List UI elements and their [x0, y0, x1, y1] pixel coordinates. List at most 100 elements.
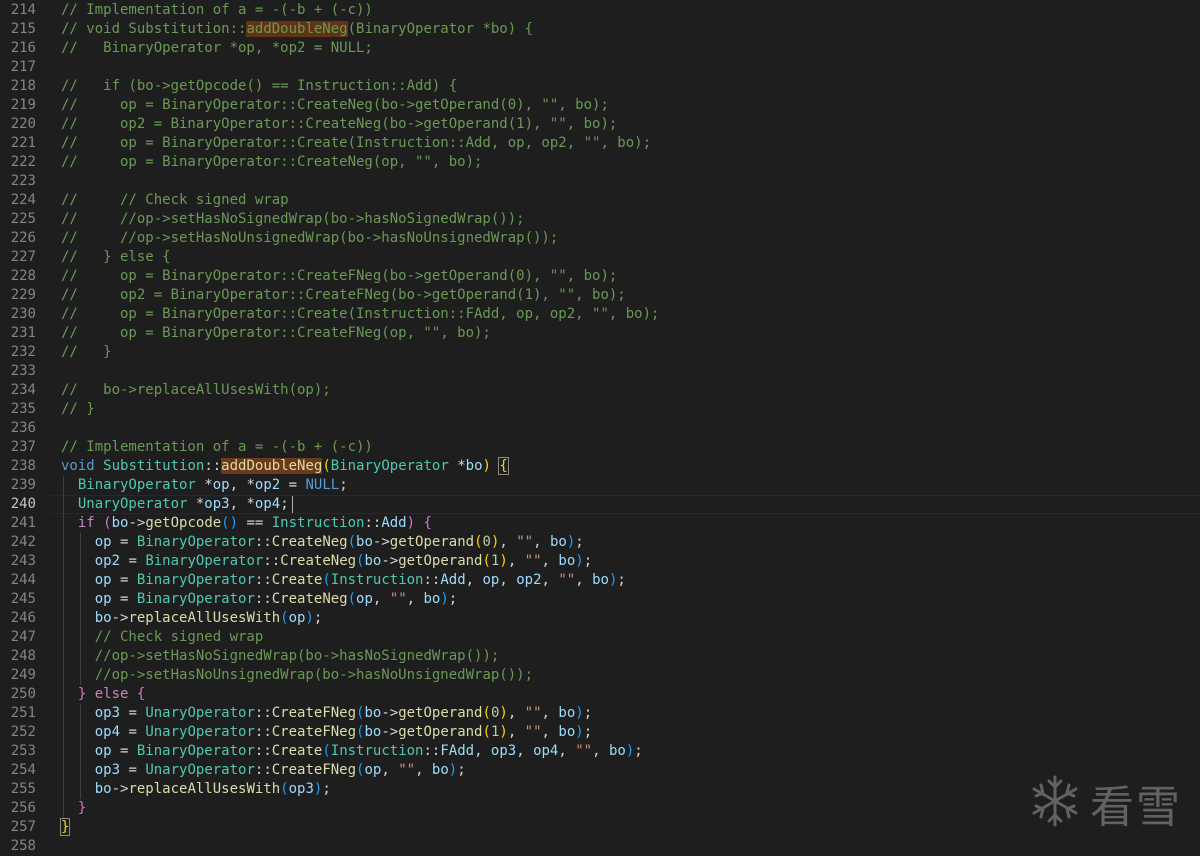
code-line[interactable]: 237 // Implementation of a = -(-b + (-c))	[0, 438, 1200, 457]
code-text[interactable]: // op = BinaryOperator::CreateFNeg(bo->g…	[61, 267, 617, 286]
code-text[interactable]: void Substitution::addDoubleNeg(BinaryOp…	[61, 457, 509, 476]
code-line[interactable]: 258	[0, 837, 1200, 856]
code-line[interactable]: 254 op3 = UnaryOperator::CreateFNeg(op, …	[0, 761, 1200, 780]
code-line[interactable]: 257}	[0, 818, 1200, 837]
code-line[interactable]: 230 // op = BinaryOperator::Create(Instru…	[0, 305, 1200, 324]
code-line[interactable]: 247 // Check signed wrap	[0, 628, 1200, 647]
code-text[interactable]: op2 = BinaryOperator::CreateNeg(bo->getO…	[61, 552, 592, 571]
code-line[interactable]: 234 // bo->replaceAllUsesWith(op);	[0, 381, 1200, 400]
code-line[interactable]: 245 op = BinaryOperator::CreateNeg(op, "…	[0, 590, 1200, 609]
code-text[interactable]: op3 = UnaryOperator::CreateFNeg(op, "", …	[61, 761, 466, 780]
code-text[interactable]: } else {	[61, 685, 145, 704]
code-text[interactable]: // //op->setHasNoUnsignedWrap(bo->hasNoU…	[61, 229, 558, 248]
code-token: (	[322, 572, 331, 588]
code-text[interactable]: //op->setHasNoUnsignedWrap(bo->hasNoUnsi…	[61, 666, 533, 685]
code-text[interactable]: // //op->setHasNoSignedWrap(bo->hasNoSig…	[61, 210, 525, 229]
code-line[interactable]: 249 //op->setHasNoUnsignedWrap(bo->hasNo…	[0, 666, 1200, 685]
code-line[interactable]: 236	[0, 419, 1200, 438]
code-text[interactable]: // void Substitution::addDoubleNeg(Binar…	[61, 20, 533, 39]
code-line[interactable]: 239 BinaryOperator *op, *op2 = NULL;	[0, 476, 1200, 495]
code-line[interactable]: 238 void Substitution::addDoubleNeg(Binar…	[0, 457, 1200, 476]
code-line[interactable]: 242 op = BinaryOperator::CreateNeg(bo->g…	[0, 533, 1200, 552]
code-line[interactable]: 216 // BinaryOperator *op, *op2 = NULL;	[0, 39, 1200, 58]
code-line[interactable]: 250 } else {	[0, 685, 1200, 704]
line-number: 234	[10, 382, 36, 398]
code-text[interactable]: }	[61, 799, 86, 818]
code-text[interactable]: op = BinaryOperator::CreateNeg(bo->getOp…	[61, 533, 584, 552]
code-text[interactable]: // bo->replaceAllUsesWith(op);	[61, 381, 331, 400]
code-text[interactable]: // op = BinaryOperator::Create(Instructi…	[61, 134, 651, 153]
code-token: }	[59, 818, 71, 836]
code-line[interactable]: 226 // //op->setHasNoUnsignedWrap(bo->has…	[0, 229, 1200, 248]
code-line[interactable]: 252 op4 = UnaryOperator::CreateFNeg(bo->…	[0, 723, 1200, 742]
code-editor[interactable]: 214 // Implementation of a = -(-b + (-c))…	[0, 1, 1200, 855]
code-text[interactable]: op = BinaryOperator::Create(Instruction:…	[61, 742, 643, 761]
code-text[interactable]: UnaryOperator *op3, *op4;	[61, 495, 293, 514]
code-token: // Implementation of a = -(-b + (-c))	[61, 439, 373, 455]
code-text[interactable]: op4 = UnaryOperator::CreateFNeg(bo->getO…	[61, 723, 592, 742]
code-line[interactable]: 256 }	[0, 799, 1200, 818]
code-line[interactable]: 223	[0, 172, 1200, 191]
code-text[interactable]: BinaryOperator *op, *op2 = NULL;	[61, 476, 348, 495]
code-text[interactable]: // }	[61, 343, 112, 362]
code-token: {	[423, 515, 432, 531]
code-text[interactable]: // } else {	[61, 248, 171, 267]
code-text[interactable]: bo->replaceAllUsesWith(op3);	[61, 780, 331, 799]
code-text[interactable]: if (bo->getOpcode() == Instruction::Add)…	[61, 514, 432, 533]
code-token: (BinaryOperator *bo) {	[347, 21, 534, 37]
code-text[interactable]: // BinaryOperator *op, *op2 = NULL;	[61, 39, 373, 58]
code-line[interactable]: 225 // //op->setHasNoSignedWrap(bo->hasNo…	[0, 210, 1200, 229]
code-text[interactable]: op = BinaryOperator::CreateNeg(op, "", b…	[61, 590, 458, 609]
code-line[interactable]: 220 // op2 = BinaryOperator::CreateNeg(bo…	[0, 115, 1200, 134]
code-token: CreateFNeg	[271, 724, 357, 740]
code-line[interactable]: 241 if (bo->getOpcode() == Instruction::…	[0, 514, 1200, 533]
code-text[interactable]: // op2 = BinaryOperator::CreateNeg(bo->g…	[61, 115, 617, 134]
code-text[interactable]: // Implementation of a = -(-b + (-c))	[61, 438, 373, 457]
code-text[interactable]: bo->replaceAllUsesWith(op);	[61, 609, 323, 628]
code-line[interactable]: 231 // op = BinaryOperator::CreateFNeg(op…	[0, 324, 1200, 343]
code-line[interactable]: 219 // op = BinaryOperator::CreateNeg(bo-…	[0, 96, 1200, 115]
code-token: op	[482, 572, 500, 588]
code-text[interactable]: // }	[61, 400, 95, 419]
code-token: op	[212, 477, 230, 493]
code-line[interactable]: 240 UnaryOperator *op3, *op4;	[0, 495, 1200, 514]
code-text[interactable]: // op = BinaryOperator::CreateNeg(bo->ge…	[61, 96, 609, 115]
code-line[interactable]: 244 op = BinaryOperator::Create(Instruct…	[0, 571, 1200, 590]
indent-guide	[63, 647, 64, 666]
code-token: ;	[280, 496, 289, 512]
code-line[interactable]: 248 //op->setHasNoSignedWrap(bo->hasNoSi…	[0, 647, 1200, 666]
code-line[interactable]: 228 // op = BinaryOperator::CreateFNeg(bo…	[0, 267, 1200, 286]
code-line[interactable]: 243 op2 = BinaryOperator::CreateNeg(bo->…	[0, 552, 1200, 571]
code-text[interactable]: op = BinaryOperator::Create(Instruction:…	[61, 571, 626, 590]
code-token: Add	[440, 572, 466, 588]
code-text[interactable]: // op = BinaryOperator::Create(Instructi…	[61, 305, 659, 324]
code-line[interactable]: 214 // Implementation of a = -(-b + (-c))	[0, 1, 1200, 20]
code-line[interactable]: 246 bo->replaceAllUsesWith(op);	[0, 609, 1200, 628]
code-text[interactable]: // op = BinaryOperator::CreateFNeg(op, "…	[61, 324, 491, 343]
code-line[interactable]: 233	[0, 362, 1200, 381]
code-line[interactable]: 232 // }	[0, 343, 1200, 362]
code-text[interactable]: // // Check signed wrap	[61, 191, 289, 210]
code-text[interactable]: op3 = UnaryOperator::CreateFNeg(bo->getO…	[61, 704, 592, 723]
code-text[interactable]: }	[59, 818, 71, 837]
code-text[interactable]: // if (bo->getOpcode() == Instruction::A…	[61, 77, 457, 96]
code-text[interactable]: // Check signed wrap	[61, 628, 264, 647]
code-line[interactable]: 235 // }	[0, 400, 1200, 419]
code-line[interactable]: 221 // op = BinaryOperator::Create(Instru…	[0, 134, 1200, 153]
code-line[interactable]: 217	[0, 58, 1200, 77]
code-text[interactable]: //op->setHasNoSignedWrap(bo->hasNoSigned…	[61, 647, 500, 666]
line-number: 244	[10, 572, 36, 588]
code-line[interactable]: 227 // } else {	[0, 248, 1200, 267]
code-text[interactable]: // op = BinaryOperator::CreateNeg(op, ""…	[61, 153, 482, 172]
code-text[interactable]: // Implementation of a = -(-b + (-c))	[61, 1, 373, 20]
code-line[interactable]: 253 op = BinaryOperator::Create(Instruct…	[0, 742, 1200, 761]
line-number: 223	[10, 173, 36, 189]
code-line[interactable]: 218 // if (bo->getOpcode() == Instruction…	[0, 77, 1200, 96]
code-line[interactable]: 224 // // Check signed wrap	[0, 191, 1200, 210]
code-line[interactable]: 222 // op = BinaryOperator::CreateNeg(op,…	[0, 153, 1200, 172]
code-line[interactable]: 229 // op2 = BinaryOperator::CreateFNeg(b…	[0, 286, 1200, 305]
code-line[interactable]: 215 // void Substitution::addDoubleNeg(Bi…	[0, 20, 1200, 39]
code-text[interactable]: // op2 = BinaryOperator::CreateFNeg(bo->…	[61, 286, 626, 305]
code-line[interactable]: 255 bo->replaceAllUsesWith(op3);	[0, 780, 1200, 799]
code-line[interactable]: 251 op3 = UnaryOperator::CreateFNeg(bo->…	[0, 704, 1200, 723]
